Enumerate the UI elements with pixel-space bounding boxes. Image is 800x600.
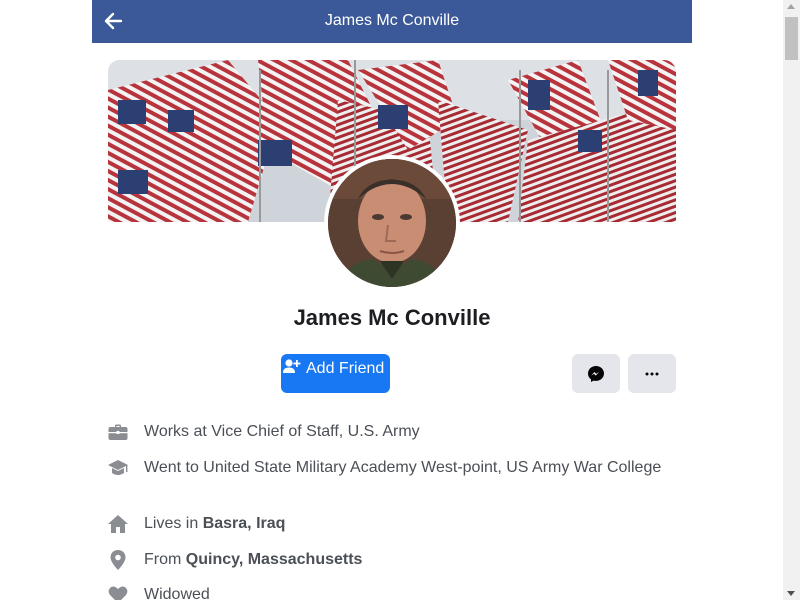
page-title: James Mc Conville xyxy=(324,12,460,29)
messenger-button[interactable] xyxy=(572,354,620,393)
more-dots-icon xyxy=(645,372,659,375)
profile-photo xyxy=(328,159,456,287)
avatar[interactable] xyxy=(328,159,456,287)
add-friend-label: Add Friend xyxy=(306,360,385,377)
top-bar: James Mc Conville xyxy=(92,0,692,43)
avatar-frame xyxy=(324,155,460,291)
person-plus-icon xyxy=(283,359,301,373)
vertical-scrollbar[interactable] xyxy=(783,0,800,600)
work-value[interactable]: Vice Chief of Staff, U.S. Army xyxy=(211,423,419,440)
scroll-down-icon[interactable] xyxy=(787,591,795,596)
profile-page: James Mc Conville James Mc Conville Add … xyxy=(0,0,800,600)
home-icon xyxy=(108,515,128,533)
profile-name: James Mc Conville xyxy=(293,305,491,330)
scroll-up-icon[interactable] xyxy=(787,4,795,9)
briefcase-icon xyxy=(108,424,128,440)
heart-icon xyxy=(108,586,128,600)
education-prefix: Went to xyxy=(144,459,204,476)
from-value[interactable]: Quincy, Massachusetts xyxy=(186,551,363,568)
relationship-value: Widowed xyxy=(144,586,210,600)
scrollbar-thumb[interactable] xyxy=(785,17,798,60)
lives-prefix: Lives in xyxy=(144,515,203,532)
add-friend-button[interactable]: Add Friend xyxy=(281,354,390,393)
more-options-button[interactable] xyxy=(628,354,676,393)
graduation-cap-icon xyxy=(108,460,128,475)
location-pin-icon xyxy=(110,550,126,570)
lives-value[interactable]: Basra, Iraq xyxy=(203,515,286,532)
messenger-icon xyxy=(588,365,604,382)
education-value[interactable]: United State Military Academy West-point… xyxy=(203,459,661,476)
from-prefix: From xyxy=(144,551,186,568)
work-prefix: Works at xyxy=(144,423,212,440)
